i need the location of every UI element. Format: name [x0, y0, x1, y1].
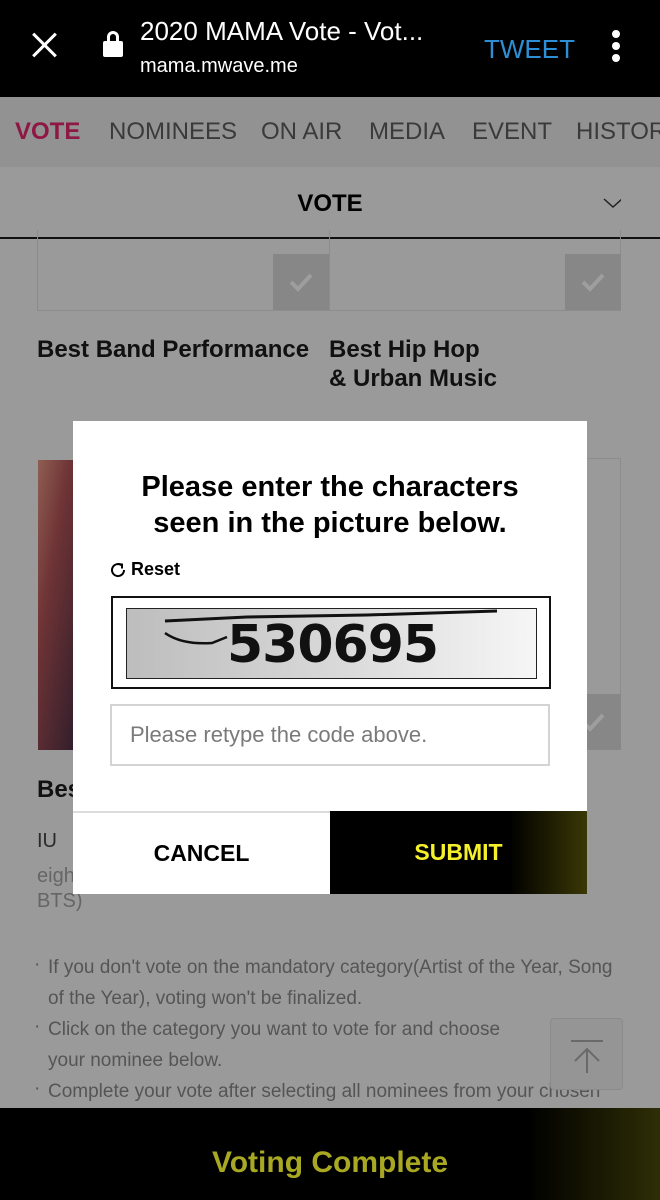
check-icon — [289, 273, 313, 292]
close-icon[interactable] — [28, 28, 60, 60]
captcha-input[interactable] — [110, 704, 550, 766]
voting-complete-button[interactable]: Voting Complete — [0, 1108, 660, 1200]
voting-complete-label: Voting Complete — [211, 1146, 449, 1179]
tab-nominees[interactable]: NOMINEES — [109, 118, 237, 146]
nominee-name: IU — [37, 830, 57, 852]
tab-vote[interactable]: VOTE — [15, 118, 80, 146]
arrow-up-to-top-icon — [571, 1040, 603, 1073]
page-title[interactable]: 2020 MAMA Vote - Vot... — [140, 16, 423, 47]
category-title-hiphop[interactable]: Best Hip Hop & Urban Music — [329, 335, 497, 393]
tweet-button[interactable]: TWEET — [484, 34, 575, 65]
section-label: VOTE — [297, 190, 363, 217]
scroll-to-top-button[interactable] — [550, 1018, 623, 1090]
reset-button[interactable]: Reset — [109, 559, 180, 580]
checkbox-hiphop[interactable] — [565, 254, 621, 310]
category-title-band[interactable]: Best Band Performance — [37, 335, 309, 364]
more-vert-icon[interactable] — [611, 30, 621, 62]
lock-icon[interactable] — [103, 31, 123, 57]
category-title-line: Best Hip Hop — [329, 336, 480, 363]
category-title-line: & Urban Music — [329, 365, 498, 392]
dialog-heading: Please enter the characters seen in the … — [73, 469, 587, 541]
note-item: Click on the category you want to vote f… — [30, 1011, 630, 1076]
browser-toolbar: 2020 MAMA Vote - Vot... mama.mwave.me TW… — [0, 0, 660, 97]
dialog-heading-line: Please enter the characters — [141, 471, 519, 503]
tab-event[interactable]: EVENT — [472, 118, 552, 146]
chevron-down-icon[interactable] — [603, 194, 621, 212]
nominee-photo[interactable] — [38, 460, 78, 750]
page-url[interactable]: mama.mwave.me — [140, 55, 298, 78]
tab-media[interactable]: MEDIA — [369, 118, 445, 146]
tab-on-air[interactable]: ON AIR — [261, 118, 342, 146]
captcha-code: 530695 — [227, 615, 439, 675]
refresh-icon — [111, 562, 126, 577]
main-nav: VOTE NOMINEES ON AIR MEDIA EVENT HISTOR — [0, 97, 660, 167]
section-dropdown[interactable]: VOTE — [0, 167, 660, 239]
checkbox-band[interactable] — [273, 254, 329, 310]
submit-button[interactable]: SUBMIT — [330, 811, 587, 894]
reset-label: Reset — [131, 559, 181, 579]
dialog-heading-line: seen in the picture below. — [153, 507, 507, 539]
tab-history[interactable]: HISTOR — [576, 118, 660, 146]
captcha-image: 530695 — [126, 608, 537, 679]
note-item: Complete your vote after selecting all n… — [30, 1076, 630, 1107]
cancel-button[interactable]: CANCEL — [73, 813, 330, 894]
note-item: If you don't vote on the mandatory categ… — [30, 949, 630, 1014]
captcha-frame: 530695 — [111, 596, 551, 689]
check-icon — [581, 273, 605, 292]
captcha-dialog: Please enter the characters seen in the … — [73, 421, 587, 894]
vote-notes: If you don't vote on the mandatory categ… — [30, 949, 630, 1107]
